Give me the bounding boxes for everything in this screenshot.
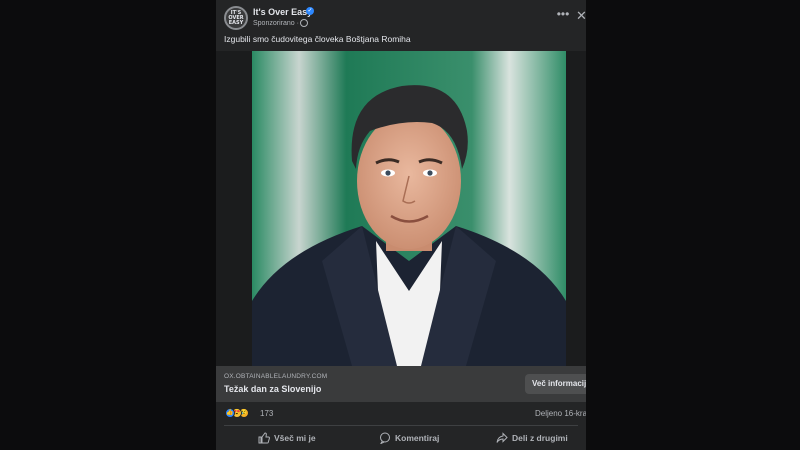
link-domain: OX.OBTAINABLELAUNDRY.COM [224, 373, 328, 380]
sponsored-label[interactable]: Sponzorirano · [253, 20, 299, 27]
divider [224, 425, 578, 426]
post-caption: Izgubili smo čudovitega človeka Boštjana… [224, 34, 411, 44]
share-count[interactable]: Deljeno 16-krat [535, 409, 586, 418]
sponsored-post: IT'S OVER EASY It's Over Easy ✓ Sponzori… [216, 0, 586, 450]
avatar-logo-text: IT'S OVER EASY [228, 9, 244, 26]
thumbs-up-icon [258, 432, 270, 444]
page-avatar[interactable]: IT'S OVER EASY [224, 6, 248, 30]
like-reaction-icon[interactable]: 👍 [225, 408, 235, 418]
more-info-button[interactable]: Več informacij [525, 374, 586, 394]
link-title[interactable]: Težak dan za Slovenijo [224, 384, 321, 394]
share-label: Deli z drugimi [512, 433, 568, 443]
portrait-photo[interactable] [252, 51, 566, 366]
close-icon[interactable]: ✕ [576, 9, 586, 23]
reactions-bar: 👍 😍 😢 173 Deljeno 16-krat [216, 404, 586, 422]
comment-button[interactable]: Komentiraj [379, 429, 439, 447]
comment-label: Komentiraj [395, 433, 440, 443]
link-preview-card[interactable]: OX.OBTAINABLELAUNDRY.COM Težak dan za Sl… [216, 366, 586, 402]
comment-icon [380, 432, 390, 444]
globe-icon [300, 19, 308, 27]
page-name-link[interactable]: It's Over Easy [253, 7, 312, 17]
verified-badge-icon: ✓ [306, 7, 314, 15]
reaction-count[interactable]: 173 [260, 409, 273, 418]
like-button[interactable]: Všeč mi je [258, 429, 316, 447]
more-options-icon[interactable]: ••• [556, 8, 570, 21]
post-actions: Všeč mi je Komentiraj Deli z drugimi [216, 427, 586, 449]
share-button[interactable]: Deli z drugimi [496, 429, 568, 447]
post-media[interactable] [216, 51, 586, 366]
share-icon [496, 432, 508, 443]
like-label: Všeč mi je [274, 433, 316, 443]
post-header: IT'S OVER EASY It's Over Easy ✓ Sponzori… [216, 0, 586, 32]
